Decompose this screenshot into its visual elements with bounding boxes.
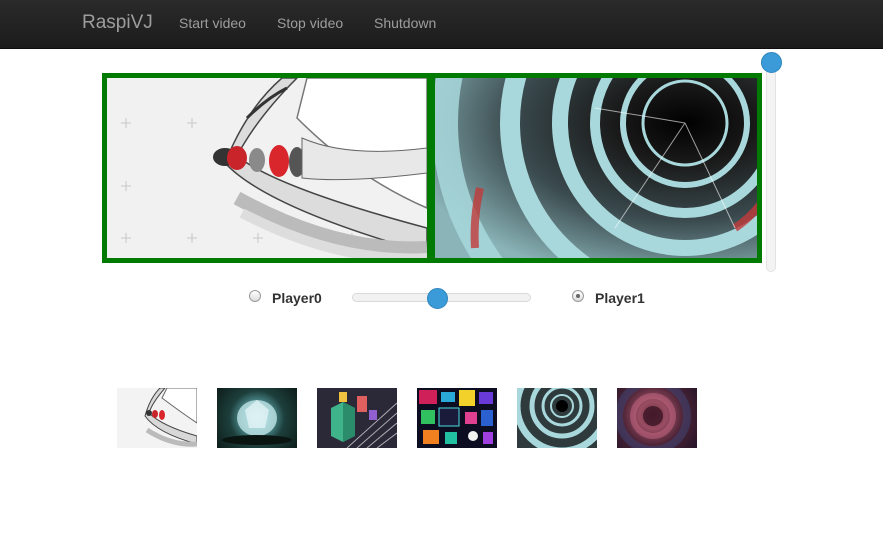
shutdown-link[interactable]: Shutdown xyxy=(374,15,436,31)
video-preview-frame xyxy=(102,73,762,263)
player1-label: Player1 xyxy=(595,290,645,306)
player0-radio[interactable] xyxy=(249,290,261,302)
radio-selected-dot xyxy=(576,294,580,298)
brand-link[interactable]: RaspiVJ xyxy=(82,12,153,34)
thumbnail-neon-grid-clip[interactable] xyxy=(417,388,497,448)
navbar: RaspiVJ Start video Stop video Shutdown xyxy=(0,0,883,49)
thumbnail-spaceship-clip[interactable] xyxy=(117,388,197,448)
crossfade-slider-handle[interactable] xyxy=(427,288,448,309)
thumbnail-tunnel-clip[interactable] xyxy=(517,388,597,448)
thumbnail-isometric-city-clip[interactable] xyxy=(317,388,397,448)
thumbnail-blur-tunnel-clip[interactable] xyxy=(617,388,697,448)
player1-preview xyxy=(435,78,757,258)
opacity-slider-track[interactable] xyxy=(766,62,776,272)
start-video-link[interactable]: Start video xyxy=(179,15,246,31)
player0-label: Player0 xyxy=(272,290,322,306)
player0-preview xyxy=(107,78,427,258)
stop-video-link[interactable]: Stop video xyxy=(277,15,343,31)
player1-radio[interactable] xyxy=(572,290,584,302)
thumbnail-crystal-clip[interactable] xyxy=(217,388,297,448)
opacity-slider-handle[interactable] xyxy=(761,52,782,73)
